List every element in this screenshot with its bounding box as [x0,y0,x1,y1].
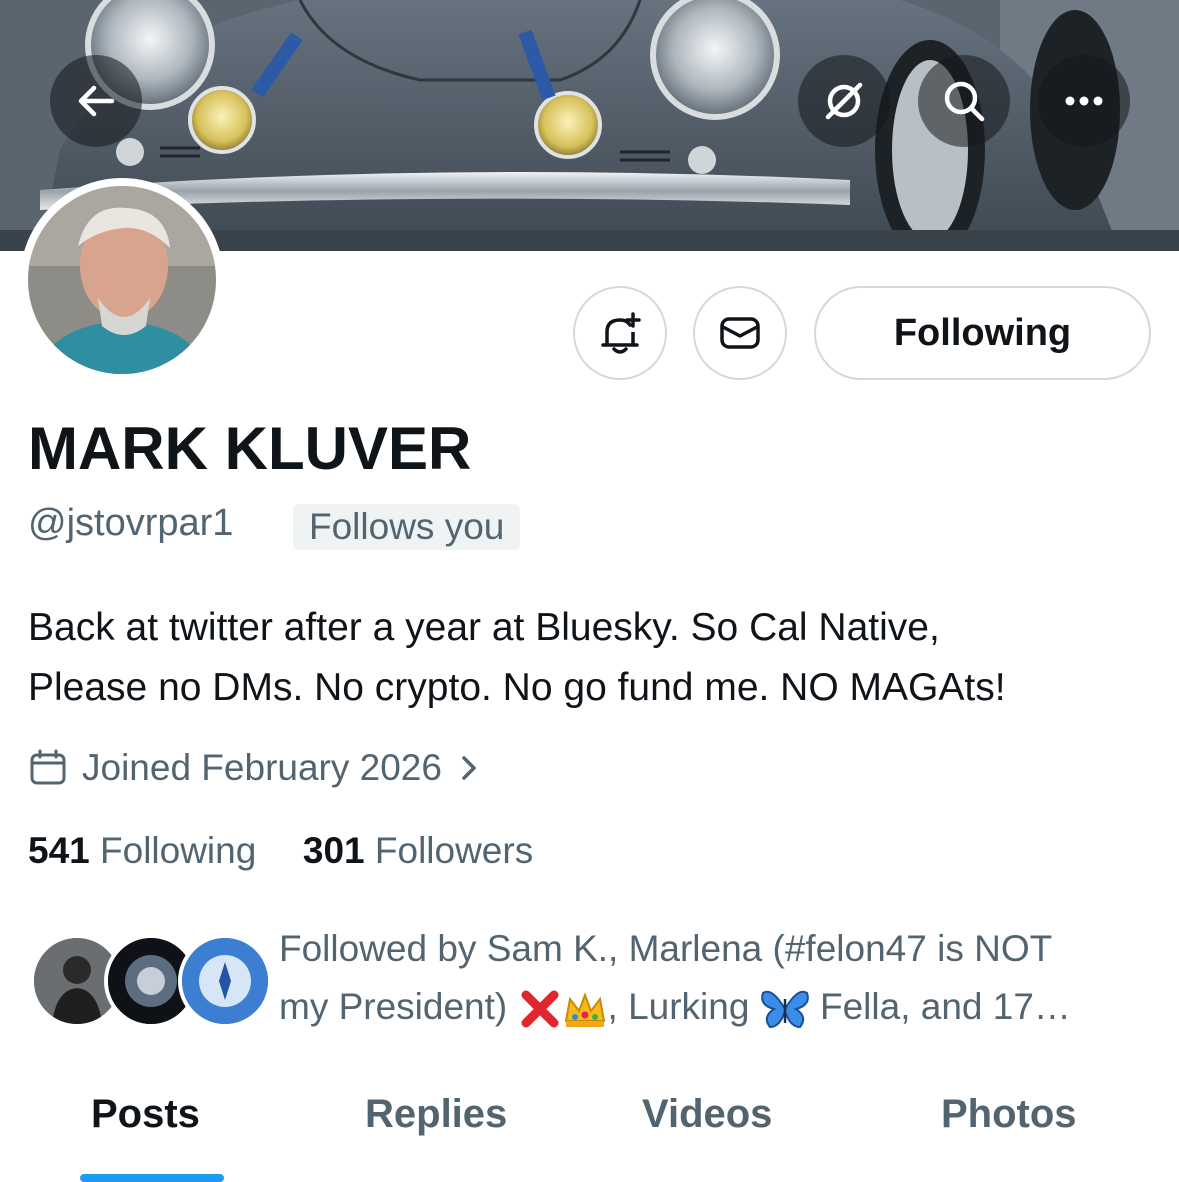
followed-by-segment: , Lurking [607,986,750,1027]
followed-by-text[interactable]: Followed by Sam K., Marlena (#felon47 is… [279,920,1159,1036]
bio-line: Back at twitter after a year at Bluesky.… [28,606,940,649]
message-button[interactable] [693,286,787,380]
following-label: Following [100,830,257,871]
follow-counts: 541 Following 301 Followers [28,830,533,872]
grok-icon [825,82,863,120]
tab-photos[interactable]: Photos [941,1092,1077,1137]
followed-by-avatars[interactable] [30,934,272,1028]
following-count-link[interactable]: 541 Following [28,830,256,871]
following-count: 541 [28,830,90,871]
followers-label: Followers [374,830,534,871]
bell-plus-icon [601,312,641,354]
followed-by-line: Followed by Sam K., Marlena (#felon47 is… [279,928,1053,969]
follower-avatar [178,934,272,1028]
following-button[interactable]: Following [814,286,1151,380]
arrow-left-icon [78,85,115,117]
more-button[interactable] [1038,55,1130,147]
profile-tabs: Posts Replies Videos Photos [0,1080,1179,1182]
tab-posts[interactable]: Posts [91,1092,200,1137]
avatar-photo [28,186,216,374]
active-tab-indicator [80,1174,224,1182]
cross-mark-icon [521,990,559,1028]
profile-bio: Back at twitter after a year at Bluesky.… [28,598,1158,718]
followers-count: 301 [302,830,365,871]
followed-by-segment: Fella, and 17… [820,986,1071,1027]
search-button[interactable] [918,55,1010,147]
more-horizontal-icon [1065,96,1103,106]
chevron-right-icon [462,756,476,780]
profile-handle: @jstovrpar1 [28,502,234,544]
grok-button[interactable] [798,55,890,147]
envelope-icon [720,317,760,349]
calendar-icon [30,749,66,785]
joined-date[interactable]: Joined February 2026 [28,742,500,794]
back-button[interactable] [50,55,142,147]
bio-line: Please no DMs. No crypto. No go fund me.… [28,666,1006,709]
followers-count-link[interactable]: 301 Followers [303,830,533,871]
follows-you-badge: Follows you [293,504,521,550]
profile-avatar[interactable] [20,178,224,382]
profile-name: MARK KLUVER [28,415,472,482]
followed-by-segment: my President) [279,986,508,1027]
followed-by-line: my President) , Lurking Fella, and 17… [279,978,1159,1036]
crown-icon [564,992,605,1028]
tab-replies[interactable]: Replies [365,1092,507,1137]
notifications-button[interactable] [573,286,667,380]
tab-videos[interactable]: Videos [642,1092,772,1137]
butterfly-icon [760,990,809,1029]
joined-text: Joined February 2026 [82,747,442,788]
search-icon [944,81,985,122]
